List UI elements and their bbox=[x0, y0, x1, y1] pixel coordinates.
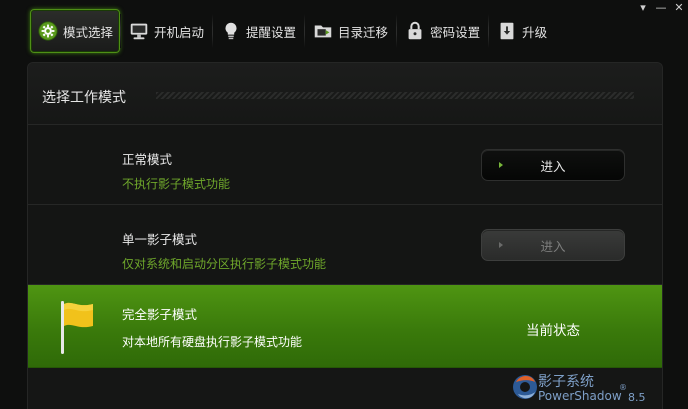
play-arrow-icon bbox=[499, 162, 503, 168]
window-controls: ▾ — ✕ bbox=[634, 0, 688, 16]
panel-header: 选择工作模式 bbox=[28, 63, 662, 125]
folder-move-icon bbox=[312, 20, 334, 42]
tab-password[interactable]: 密码设置 bbox=[396, 8, 488, 54]
download-icon bbox=[496, 20, 518, 42]
lightbulb-icon bbox=[220, 20, 242, 42]
mode-description: 仅对系统和启动分区执行影子模式功能 bbox=[122, 257, 327, 271]
play-arrow-icon bbox=[499, 242, 503, 248]
menu-icon[interactable]: ▾ bbox=[634, 0, 652, 14]
mode-row-full-shadow[interactable]: 完全影子模式 对本地所有硬盘执行影子模式功能 当前状态 bbox=[28, 285, 662, 368]
page-title: 选择工作模式 bbox=[42, 90, 126, 106]
tab-mode-select[interactable]: 模式选择 bbox=[30, 9, 121, 53]
mode-description: 不执行影子模式功能 bbox=[122, 177, 231, 191]
current-status-label: 当前状态 bbox=[526, 323, 580, 339]
mode-row-normal: 正常模式 不执行影子模式功能 进入 bbox=[28, 125, 662, 205]
brand-name-en: PowerShadow bbox=[538, 389, 622, 403]
minimize-icon[interactable]: — bbox=[652, 0, 670, 14]
mode-description: 对本地所有硬盘执行影子模式功能 bbox=[122, 335, 303, 349]
flag-icon bbox=[61, 301, 93, 354]
tab-label: 开机启动 bbox=[154, 24, 205, 40]
top-nav: 模式选择 开机启动 提醒设置 目录迁移 密码设置 升级 bbox=[30, 8, 555, 54]
monitor-icon bbox=[128, 20, 150, 42]
mode-row-single-shadow: 单一影子模式 仅对系统和启动分区执行影子模式功能 进入 bbox=[28, 205, 662, 285]
tab-dir-migrate[interactable]: 目录迁移 bbox=[304, 8, 396, 54]
mode-title: 正常模式 bbox=[122, 152, 173, 167]
powershadow-logo-icon bbox=[513, 375, 537, 399]
tab-upgrade[interactable]: 升级 bbox=[488, 8, 555, 54]
mode-panel: 选择工作模式 正常模式 不执行影子模式功能 进入 单一影子模式 仅对系统和启动分… bbox=[27, 62, 663, 409]
version-label: 8.5 bbox=[628, 391, 646, 404]
enter-single-shadow-button[interactable]: 进入 bbox=[481, 229, 625, 261]
brand-name-cn: 影子系统 bbox=[538, 374, 594, 390]
tab-label: 目录迁移 bbox=[338, 24, 389, 40]
tab-label: 提醒设置 bbox=[246, 24, 297, 40]
brand-logo: 影子系统 PowerShadow ® 8.5 bbox=[482, 366, 646, 408]
tab-label: 密码设置 bbox=[430, 24, 481, 40]
tab-label: 升级 bbox=[522, 24, 548, 40]
close-icon[interactable]: ✕ bbox=[670, 0, 688, 14]
lock-icon bbox=[404, 20, 426, 42]
registered-mark: ® bbox=[619, 383, 627, 392]
button-label: 进入 bbox=[540, 158, 566, 174]
enter-normal-button[interactable]: 进入 bbox=[481, 149, 625, 181]
mode-title: 完全影子模式 bbox=[122, 307, 198, 322]
header-divider bbox=[156, 92, 634, 99]
tab-reminder[interactable]: 提醒设置 bbox=[212, 8, 304, 54]
tab-startup[interactable]: 开机启动 bbox=[120, 8, 212, 54]
button-label: 进入 bbox=[540, 238, 566, 254]
gear-icon bbox=[37, 20, 59, 42]
tab-label: 模式选择 bbox=[63, 24, 114, 40]
mode-title: 单一影子模式 bbox=[122, 232, 198, 247]
